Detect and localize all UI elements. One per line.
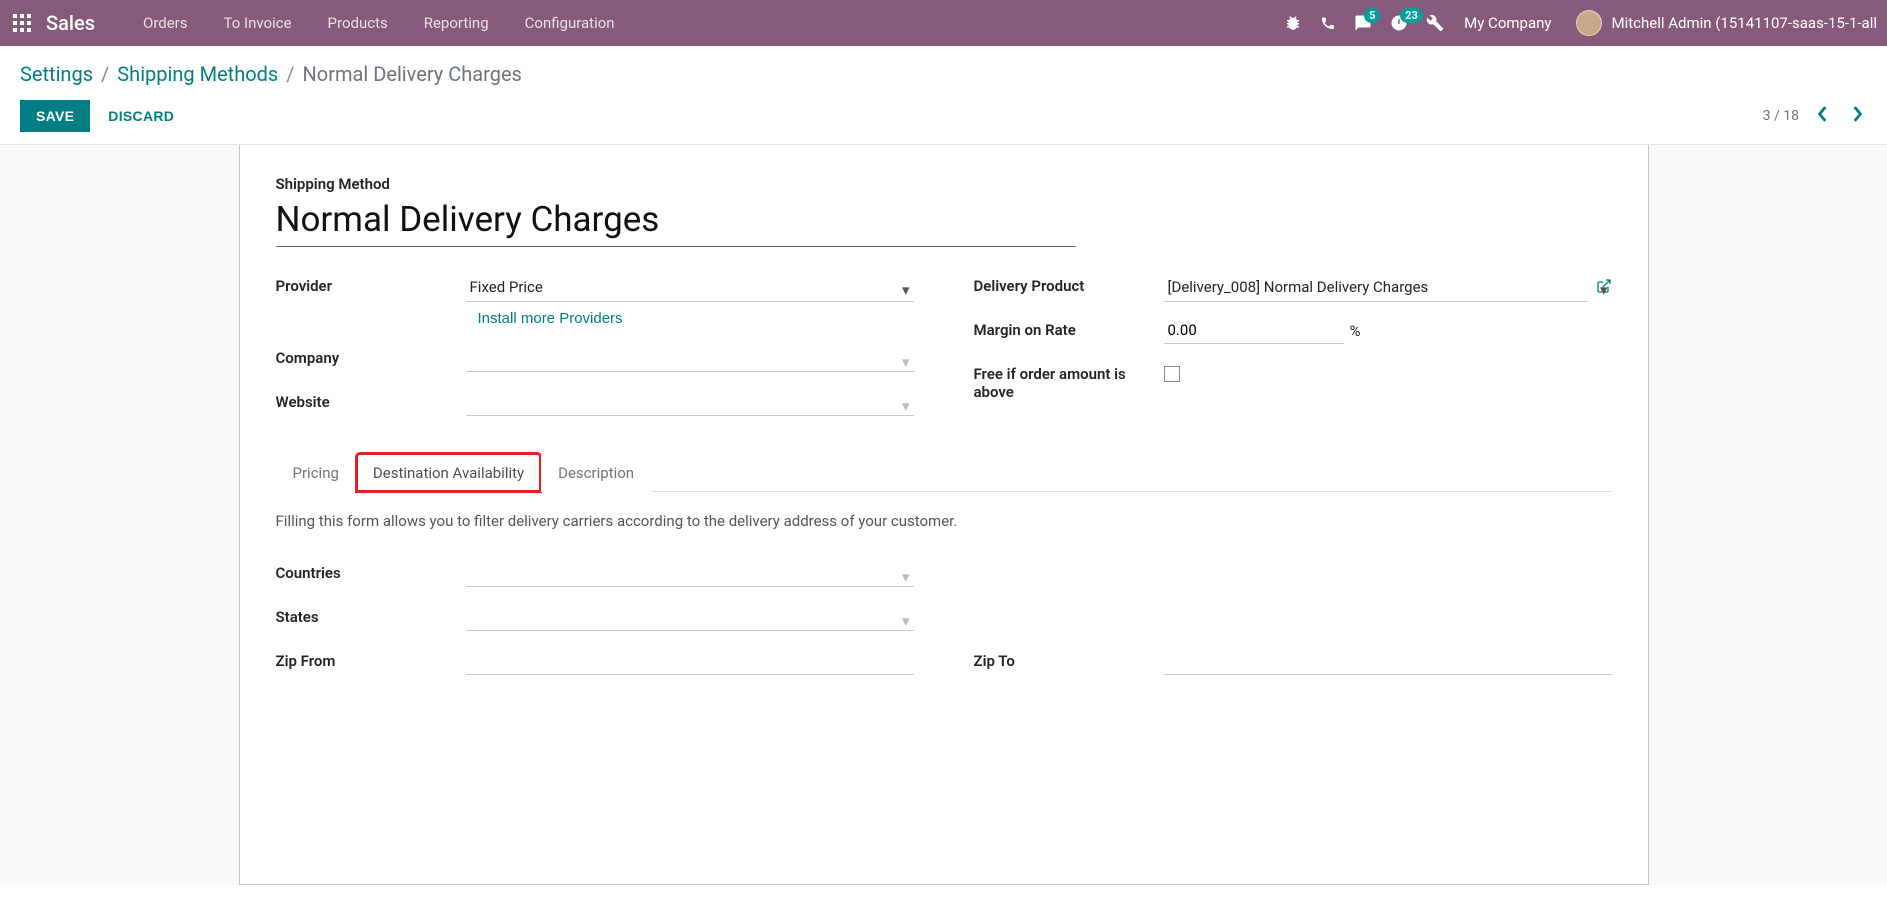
delivery-product-select[interactable]: [Delivery_008] Normal Delivery Charges ▾ xyxy=(1164,273,1588,302)
delivery-product-label: Delivery Product xyxy=(974,273,1164,295)
messages-badge: 5 xyxy=(1364,8,1380,23)
avatar xyxy=(1576,10,1602,36)
app-title[interactable]: Sales xyxy=(46,11,95,35)
caret-down-icon: ▾ xyxy=(902,568,910,586)
provider-value: Fixed Price xyxy=(470,278,543,296)
activities-badge: 23 xyxy=(1400,8,1423,23)
notebook-tabs: Pricing Destination Availability Descrip… xyxy=(276,453,1612,492)
tab-destination-availability[interactable]: Destination Availability xyxy=(356,453,541,492)
company-switcher[interactable]: My Company xyxy=(1464,14,1551,32)
user-menu[interactable]: Mitchell Admin (15141107-saas-15-1-all xyxy=(1576,10,1878,36)
save-button[interactable]: SAVE xyxy=(20,100,90,132)
percent-symbol: % xyxy=(1350,322,1361,340)
website-select[interactable]: ▾ xyxy=(466,389,914,416)
activities-icon[interactable]: 23 xyxy=(1390,14,1408,32)
caret-down-icon: ▾ xyxy=(902,397,910,415)
company-label: Company xyxy=(276,345,466,367)
margin-label: Margin on Rate xyxy=(974,317,1164,339)
tab-pricing[interactable]: Pricing xyxy=(276,453,356,492)
breadcrumb-current: Normal Delivery Charges xyxy=(303,62,522,86)
countries-select[interactable]: ▾ xyxy=(466,560,914,587)
debug-icon[interactable] xyxy=(1284,14,1302,32)
margin-input[interactable] xyxy=(1164,317,1344,344)
pager: 3 / 18 xyxy=(1763,102,1867,130)
control-panel: Settings / Shipping Methods / Normal Del… xyxy=(0,46,1887,145)
systray: 5 23 xyxy=(1284,14,1444,32)
pager-next-icon[interactable] xyxy=(1847,102,1867,130)
zip-to-label: Zip To xyxy=(974,648,1164,670)
menu-to-invoice[interactable]: To Invoice xyxy=(206,0,310,46)
menu-products[interactable]: Products xyxy=(310,0,406,46)
website-label: Website xyxy=(276,389,466,411)
breadcrumb-sep: / xyxy=(286,62,294,86)
shipping-method-name-input[interactable] xyxy=(276,197,1076,247)
destination-helper-text: Filling this form allows you to filter d… xyxy=(276,512,1612,530)
breadcrumb-link-settings[interactable]: Settings xyxy=(20,62,93,86)
pager-text[interactable]: 3 / 18 xyxy=(1763,108,1799,124)
caret-down-icon: ▾ xyxy=(902,353,910,371)
pager-prev-icon[interactable] xyxy=(1813,102,1833,130)
zip-from-label: Zip From xyxy=(276,648,466,670)
messages-icon[interactable]: 5 xyxy=(1354,14,1372,32)
countries-label: Countries xyxy=(276,560,466,582)
zip-to-input[interactable] xyxy=(1164,648,1612,675)
breadcrumb: Settings / Shipping Methods / Normal Del… xyxy=(20,62,1867,86)
states-select[interactable]: ▾ xyxy=(466,604,914,631)
main-navbar: Sales Orders To Invoice Products Reporti… xyxy=(0,0,1887,46)
shipping-method-label: Shipping Method xyxy=(276,175,1612,193)
install-more-providers-link[interactable]: Install more Providers xyxy=(466,302,623,331)
tools-icon[interactable] xyxy=(1426,14,1444,32)
caret-down-icon: ▾ xyxy=(1600,281,1608,299)
free-if-label: Free if order amount is above xyxy=(974,361,1164,401)
menu-orders[interactable]: Orders xyxy=(125,0,206,46)
delivery-product-value: [Delivery_008] Normal Delivery Charges xyxy=(1168,278,1429,296)
caret-down-icon: ▾ xyxy=(902,612,910,630)
company-select[interactable]: ▾ xyxy=(466,345,914,372)
provider-label: Provider xyxy=(276,273,466,295)
menu-configuration[interactable]: Configuration xyxy=(507,0,633,46)
apps-icon[interactable] xyxy=(10,11,34,35)
tab-content-destination: Filling this form allows you to filter d… xyxy=(276,492,1612,698)
provider-select[interactable]: Fixed Price ▾ xyxy=(466,273,914,302)
content-area: Shipping Method Provider Fixed Price ▾ I… xyxy=(0,145,1887,885)
tab-description[interactable]: Description xyxy=(541,453,651,492)
form-sheet: Shipping Method Provider Fixed Price ▾ I… xyxy=(239,145,1649,885)
phone-icon[interactable] xyxy=(1320,15,1336,31)
breadcrumb-sep: / xyxy=(101,62,109,86)
caret-down-icon: ▾ xyxy=(902,281,910,299)
states-label: States xyxy=(276,604,466,626)
discard-button[interactable]: DISCARD xyxy=(108,108,174,124)
breadcrumb-link-shipping-methods[interactable]: Shipping Methods xyxy=(117,62,278,86)
zip-from-input[interactable] xyxy=(466,648,914,675)
actions-row: SAVE DISCARD 3 / 18 xyxy=(20,100,1867,144)
menu-reporting[interactable]: Reporting xyxy=(406,0,507,46)
free-if-checkbox[interactable] xyxy=(1164,366,1180,382)
top-menu: Orders To Invoice Products Reporting Con… xyxy=(125,0,633,46)
username: Mitchell Admin (15141107-saas-15-1-all xyxy=(1612,14,1878,32)
